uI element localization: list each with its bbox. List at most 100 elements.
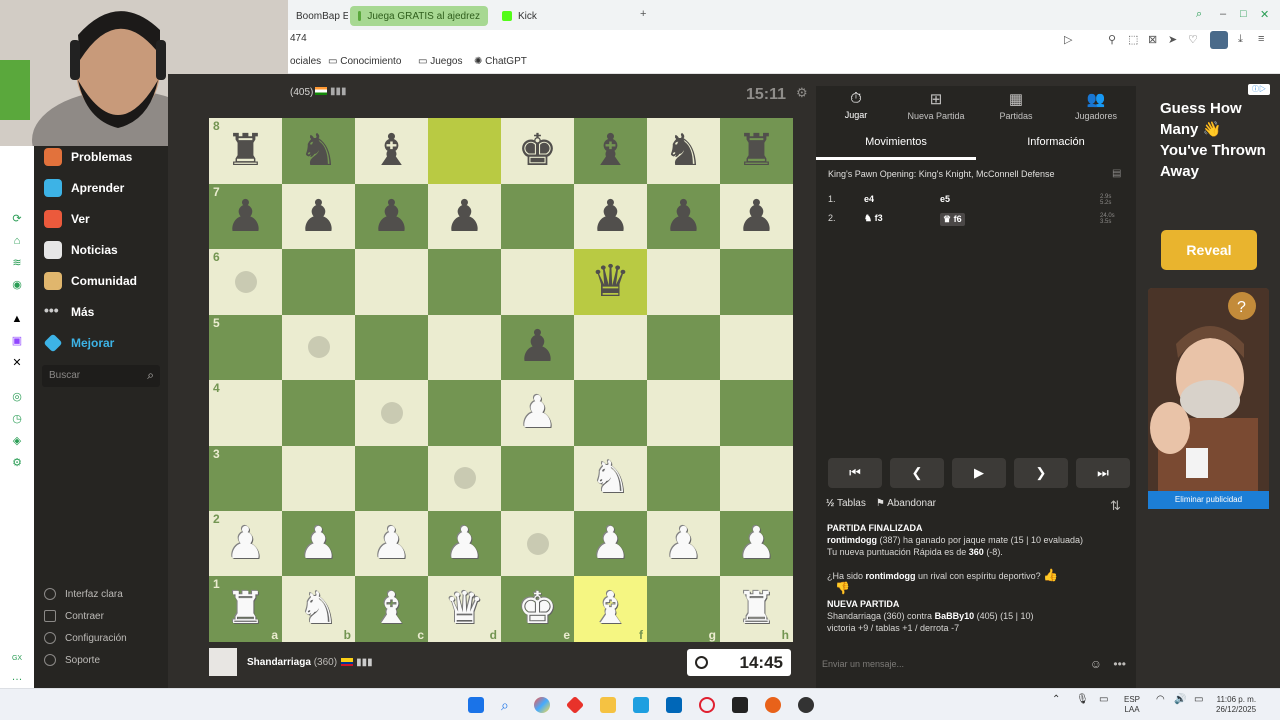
tab-kick[interactable]: Kick [494, 6, 584, 26]
square-e2[interactable] [501, 510, 574, 577]
square-b5[interactable] [282, 314, 355, 381]
square-b6[interactable] [282, 249, 355, 315]
square-h5[interactable] [720, 314, 793, 381]
clock-tray[interactable]: 11:06 p. m. 26/12/2025 [1216, 695, 1256, 715]
move-hint-dot[interactable] [234, 271, 257, 294]
square-e7[interactable] [501, 184, 574, 250]
white-pawn-icon[interactable]: ♟ [226, 521, 265, 566]
black-pawn-icon[interactable]: ♟ [299, 194, 338, 239]
square-d6[interactable] [428, 249, 501, 315]
send-icon[interactable]: ➤ [1168, 33, 1177, 46]
white-pawn-icon[interactable]: ♟ [664, 521, 703, 566]
square-h2[interactable]: ♟ [720, 510, 793, 577]
square-d4[interactable] [428, 380, 501, 446]
black-pawn-icon[interactable]: ♟ [591, 194, 630, 239]
resign-button[interactable]: ⚑ Abandonar [876, 498, 936, 509]
black-bishop-icon[interactable]: ♝ [372, 129, 411, 173]
play-button[interactable]: ▶ [952, 458, 1006, 488]
square-d5[interactable] [428, 314, 501, 381]
square-d3[interactable] [428, 445, 501, 511]
volume-icon[interactable]: 🔊 [1174, 695, 1186, 705]
move-black[interactable]: e5 [940, 194, 1100, 206]
black-pawn-icon[interactable]: ♟ [445, 194, 484, 239]
square-h8[interactable]: ♜ [720, 118, 793, 184]
square-c2[interactable]: ♟ [355, 510, 428, 577]
black-knight-icon[interactable]: ♞ [299, 129, 338, 173]
square-d8[interactable] [428, 118, 501, 184]
move-white[interactable]: e4 [864, 194, 940, 206]
square-g3[interactable] [647, 445, 720, 511]
square-c1[interactable]: c ♝ [355, 576, 428, 642]
tray-icon[interactable]: ▭ [1099, 695, 1108, 705]
white-bishop-icon[interactable]: ♝ [372, 587, 411, 631]
square-e4[interactable]: ♟ [501, 380, 574, 446]
square-g7[interactable]: ♟ [647, 184, 720, 250]
white-knight-icon[interactable]: ♞ [591, 456, 630, 500]
light-mode-toggle[interactable]: Interfaz clara [44, 588, 123, 600]
square-h3[interactable] [720, 445, 793, 511]
board-settings-gear-icon[interactable]: ⚙ [796, 85, 808, 101]
square-f1[interactable]: f ♝ [574, 576, 647, 642]
support-link[interactable]: Soporte [44, 654, 100, 666]
square-e5[interactable]: ♟ [501, 314, 574, 381]
chat-user[interactable]: rontimdogg [866, 571, 916, 581]
white-pawn-icon[interactable]: ♟ [299, 521, 338, 566]
black-pawn-icon[interactable]: ♟ [518, 325, 557, 369]
address-bar[interactable]: 474 ▷ ⚲ ⬚ ⊠ ➤ ♡ ⤓ ≡ [288, 30, 1280, 50]
bookmark-folder-juegos[interactable]: ▭ Juegos [418, 56, 462, 67]
square-f3[interactable]: ♞ [574, 445, 647, 511]
thumbs-down-icon[interactable]: 👎 [835, 582, 1125, 594]
emoji-icon[interactable]: ☺ [1090, 657, 1102, 671]
settings-link[interactable]: Configuración [44, 632, 127, 644]
square-d2[interactable]: ♟ [428, 510, 501, 577]
square-c8[interactable]: ♝ [355, 118, 428, 184]
stack-icon[interactable]: ≋ [10, 256, 24, 270]
sidebar-item-mas[interactable]: ••• Más [44, 303, 94, 321]
windows-start-icon[interactable] [468, 697, 484, 713]
search-icon[interactable]: ⌕ [501, 697, 517, 713]
white-bishop-icon[interactable]: ♝ [591, 587, 630, 631]
square-a5[interactable]: 5 [209, 314, 282, 381]
tab-chess[interactable]: Juega GRATIS al ajedrez [350, 6, 488, 26]
square-a7[interactable]: 7 ♟ [209, 184, 282, 250]
black-pawn-icon[interactable]: ♟ [737, 194, 776, 239]
tab-informacion[interactable]: Información [976, 130, 1136, 160]
search-input[interactable]: Buscar ⌕ [42, 365, 160, 387]
square-a8[interactable]: 8 ♜ [209, 118, 282, 184]
square-c6[interactable] [355, 249, 428, 315]
search-icon[interactable]: ⌕ [147, 368, 154, 383]
more-options-icon[interactable]: ••• [1113, 657, 1126, 671]
white-pawn-icon[interactable]: ♟ [591, 521, 630, 566]
copilot-icon[interactable] [534, 697, 550, 713]
square-g4[interactable] [647, 380, 720, 446]
move-hint-dot[interactable] [380, 401, 403, 424]
square-a6[interactable]: 6 [209, 249, 282, 315]
twitch-icon[interactable]: ▣ [10, 334, 24, 348]
remove-ads-button[interactable]: Eliminar publicidad [1148, 491, 1269, 509]
gx-icon[interactable]: GX [10, 652, 24, 666]
square-f2[interactable]: ♟ [574, 510, 647, 577]
tab-boombap[interactable]: BoomBap E [288, 6, 348, 26]
download-icon[interactable]: ⤓ [1238, 33, 1243, 46]
more-icon[interactable]: … [10, 670, 24, 684]
black-bishop-icon[interactable]: ♝ [591, 129, 630, 173]
white-knight-icon[interactable]: ♞ [299, 587, 338, 631]
chat-user[interactable]: rontimdogg [827, 535, 877, 545]
square-a1[interactable]: 1 a ♜ [209, 576, 282, 642]
new-tab-plus-icon[interactable]: + [640, 8, 646, 20]
store-icon[interactable] [666, 697, 682, 713]
white-king-icon[interactable]: ♚ [518, 587, 557, 631]
messenger-icon[interactable]: ◉ [10, 278, 24, 292]
square-c4[interactable] [355, 380, 428, 446]
collapse-button[interactable]: Contraer [44, 610, 104, 622]
square-a3[interactable]: 3 [209, 445, 282, 511]
close-icon[interactable]: ✕ [1260, 8, 1269, 21]
profile-avatar[interactable] [1210, 31, 1228, 49]
player-icon[interactable]: ◎ [10, 390, 24, 404]
square-g6[interactable] [647, 249, 720, 315]
square-c7[interactable]: ♟ [355, 184, 428, 250]
tab-jugar[interactable]: ⏱ Jugar [816, 90, 896, 120]
white-pawn-icon[interactable]: ♟ [518, 390, 557, 435]
square-b4[interactable] [282, 380, 355, 446]
first-move-button[interactable]: ⏮ [828, 458, 882, 488]
